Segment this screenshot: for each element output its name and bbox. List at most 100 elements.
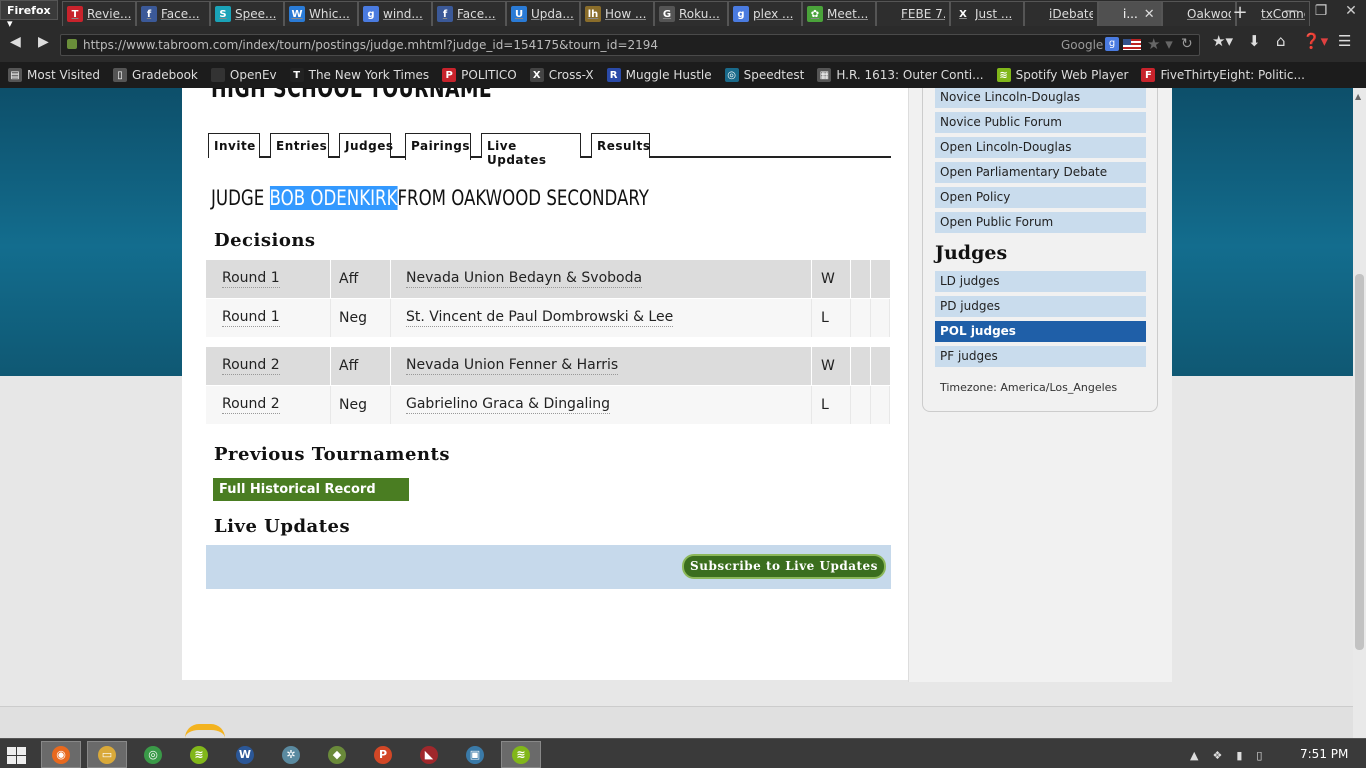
team-link[interactable]: Gabrielino Graca & Dingaling [406,396,611,414]
scroll-thumb[interactable] [1355,274,1364,650]
taskbar-minecraft-button[interactable]: ◆ [317,741,357,768]
tab-invite[interactable]: Invite [208,133,260,158]
reload-icon[interactable]: ↻ [1181,36,1193,52]
empty-cell [851,299,871,337]
taskbar-spotify2-button[interactable]: ≋ [501,741,541,768]
browser-tab[interactable]: Oakwoo... [1162,1,1236,26]
home-icon[interactable]: ⌂ [1276,32,1286,50]
bookmark-item[interactable]: ▯ Gradebook [113,68,198,82]
sidebar-judge-list-item[interactable]: PD judges [935,296,1146,317]
taskbar-explorer-button[interactable]: ▭ [87,741,127,768]
battery-icon[interactable]: ▯ [1256,749,1262,762]
sidebar-judge-list-item[interactable]: PF judges [935,346,1146,367]
menu-icon[interactable]: ☰ [1338,32,1351,50]
tab-live-updates[interactable]: Live Updates [481,133,581,167]
minimize-icon[interactable]: — [1276,0,1306,24]
tab-favicon-icon: G [659,6,675,22]
taskbar-firefox-button[interactable]: ◉ [41,741,81,768]
page-scrollbar[interactable]: ▲ [1353,88,1366,738]
download-icon[interactable]: ⬇ [1248,32,1261,50]
decision-row: Round 2 Neg Gabrielino Graca & Dingaling L [206,386,890,424]
sidebar-judge-list-item[interactable]: POL judges [935,321,1146,342]
sidebar-event-item[interactable]: Open Public Forum [935,212,1146,233]
browser-tab[interactable]: g plex ... [728,1,802,26]
taskbar-powerpoint-button[interactable]: P [363,741,403,768]
sidebar-event-item[interactable]: Novice Lincoln-Douglas [935,88,1146,108]
bookmark-item[interactable]: P POLITICO [442,68,517,82]
new-tab-button[interactable]: + [1226,1,1254,26]
maximize-icon[interactable]: ❐ [1306,0,1336,24]
sidebar-event-item[interactable]: Open Lincoln-Douglas [935,137,1146,158]
clock[interactable]: 7:51 PM [1300,747,1348,761]
bookmark-item[interactable]: ≋ Spotify Web Player [996,68,1128,82]
flag-icon[interactable] [1123,39,1141,50]
bookmark-item[interactable]: ▤ Most Visited [8,68,100,82]
browser-tab[interactable]: X Just ... [950,1,1024,26]
browser-tab[interactable]: S Spee... [210,1,284,26]
signal-icon[interactable]: ▮ [1236,749,1242,762]
tab-title: How ... [605,7,647,21]
round-link[interactable]: Round 2 [222,357,280,375]
round-link[interactable]: Round 2 [222,396,280,414]
bookmark-item[interactable]: OpenEv [210,68,277,82]
sidebar-event-item[interactable]: Open Policy [935,187,1146,208]
subscribe-button[interactable]: Subscribe to Live Updates [682,554,886,579]
start-button[interactable] [6,745,28,765]
taskbar-app2-button[interactable]: ◣ [409,741,449,768]
taskbar-virtualbox-button[interactable]: ▣ [455,741,495,768]
result-cell: W [812,347,851,385]
browser-tab[interactable]: FEBE 7.x ... [876,1,950,26]
firefox-menu-button[interactable]: Firefox ▾ [0,0,58,30]
tab-close-icon[interactable]: ✕ [1144,7,1155,22]
browser-tab[interactable]: ✿ Meet... [802,1,876,26]
browser-tab[interactable]: f Face... [136,1,210,26]
bookmark-item[interactable]: X Cross-X [529,68,594,82]
browser-tab[interactable]: U Upda... [506,1,580,26]
forward-icon[interactable]: ▶ [38,34,49,50]
round-link[interactable]: Round 1 [222,309,280,327]
tab-pairings[interactable]: Pairings [405,133,471,160]
team-link[interactable]: Nevada Union Fenner & Harris [406,357,619,375]
bookmark-item[interactable]: R Muggle Hustle [606,68,712,82]
taskbar-word-button[interactable]: W [225,741,265,768]
tab-judges[interactable]: Judges [339,133,393,158]
browser-tab[interactable]: i... ✕ [1098,1,1162,26]
taskbar-app-button[interactable]: ✲ [271,741,311,768]
addon-icon[interactable]: ❓▾ [1302,32,1328,50]
taskbar-chrome-button[interactable]: ◎ [133,741,173,768]
browser-tab[interactable]: G Roku... [654,1,728,26]
sidebar-event-item[interactable]: Open Parliamentary Debate [935,162,1146,183]
close-icon[interactable]: ✕ [1336,0,1366,24]
bookmark-favicon-icon: F [1141,68,1156,82]
bookmark-item[interactable]: ▦ H.R. 1613: Outer Conti... [817,68,984,82]
round-link[interactable]: Round 1 [222,270,280,288]
bookmarks-star-icon[interactable]: ★▾ [1212,32,1233,50]
sidebar-judge-list-item[interactable]: LD judges [935,271,1146,292]
spotify-icon: ≋ [190,745,208,764]
team-link[interactable]: Nevada Union Bedayn & Svoboda [406,270,643,288]
scroll-up-icon[interactable]: ▲ [1355,92,1361,101]
empty-cell [851,347,871,385]
dropbox-icon[interactable]: ❖ [1212,749,1222,762]
team-link[interactable]: St. Vincent de Paul Dombrowski & Lee [406,309,674,327]
browser-tab[interactable]: W Whic... [284,1,358,26]
sidebar-event-item[interactable]: Novice Public Forum [935,112,1146,133]
google-icon[interactable]: g [1105,37,1119,51]
bookmark-star-icon[interactable]: ★ ▾ [1147,35,1173,53]
tray-expand-icon[interactable]: ▲ [1190,749,1198,762]
browser-tab[interactable]: g wind... [358,1,432,26]
browser-tab[interactable]: T Revie... [62,1,136,26]
back-icon[interactable]: ◀ [10,34,21,50]
browser-tab[interactable]: lh How ... [580,1,654,26]
url-bar[interactable]: https://www.tabroom.com/index/tourn/post… [60,34,1200,56]
full-historical-record-button[interactable]: Full Historical Record [213,478,409,501]
taskbar-spotify-button[interactable]: ≋ [179,741,219,768]
bookmark-item[interactable]: ◎ Speedtest [724,68,804,82]
browser-tab[interactable]: f Face... [432,1,506,26]
bookmark-item[interactable]: T The New York Times [289,68,429,82]
timezone-label: Timezone: America/Los_Angeles [940,381,1118,394]
tab-entries[interactable]: Entries [270,133,329,158]
tab-results[interactable]: Results [591,133,650,158]
browser-tab[interactable]: iDebate ... [1024,1,1098,26]
bookmark-item[interactable]: F FiveThirtyEight: Politic... [1141,68,1305,82]
